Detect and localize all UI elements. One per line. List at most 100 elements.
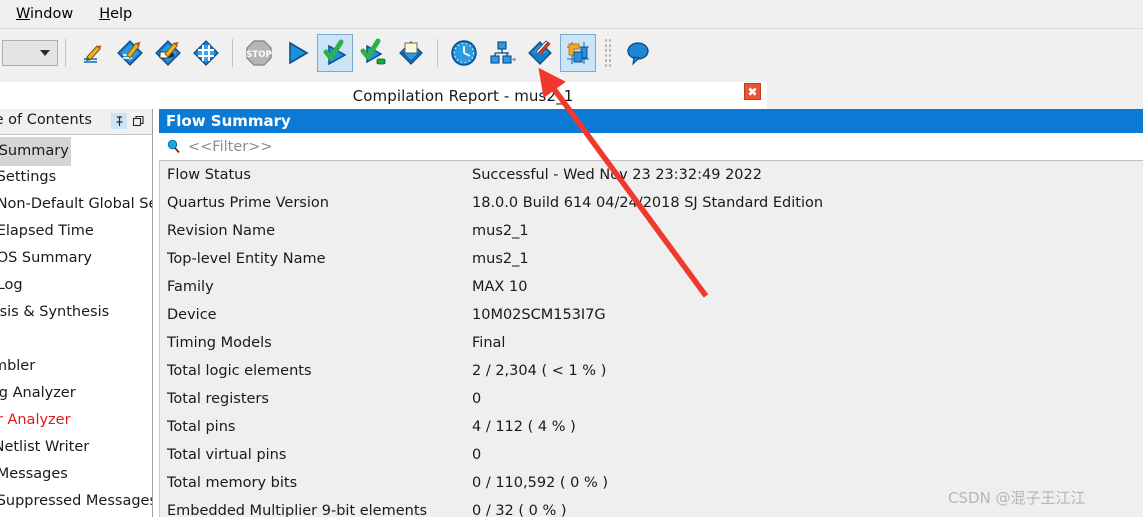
table-cell-name: Revision Name bbox=[167, 223, 275, 239]
toc-item[interactable]: Assembler bbox=[0, 353, 152, 380]
float-icon[interactable] bbox=[130, 113, 146, 129]
toc-item-label: EDA Netlist Writer bbox=[0, 439, 90, 455]
toc-item[interactable]: Flow Non-Default Global Settings bbox=[0, 191, 152, 218]
table-cell-value: Successful - Wed Nov 23 23:32:49 2022 bbox=[472, 167, 762, 183]
menu-window-mnemonic: W bbox=[16, 6, 31, 22]
flow-summary-table: Flow Status Successful - Wed Nov 23 23:32… bbox=[159, 161, 1143, 517]
table-cell-value: 2 / 2,304 ( < 1 % ) bbox=[472, 363, 607, 379]
table-row[interactable]: Total logic elements 2 / 2,304 ( < 1 % ) bbox=[159, 357, 1143, 385]
toc-item[interactable]: Analysis & Synthesis bbox=[0, 299, 152, 326]
toc-item-label: Flow Settings bbox=[0, 169, 57, 185]
table-cell-name: Top-level Entity Name bbox=[167, 251, 326, 267]
toc-item[interactable]: Flow Suppressed Messages bbox=[0, 488, 152, 515]
titlebar-left-filler bbox=[0, 82, 159, 109]
table-cell-name: Total logic elements bbox=[167, 363, 312, 379]
filter-row[interactable]: <<Filter>> bbox=[159, 133, 1143, 161]
table-cell-value: 0 bbox=[472, 447, 482, 463]
toolbar-separator bbox=[65, 39, 66, 67]
table-row[interactable]: Total registers 0 bbox=[159, 385, 1143, 413]
table-cell-name: Flow Status bbox=[167, 167, 251, 183]
table-cell-name: Family bbox=[167, 279, 214, 295]
toc-item-label: Flow Non-Default Global Settings bbox=[0, 196, 152, 212]
stop-icon[interactable]: STOP bbox=[241, 34, 277, 72]
programmer-icon[interactable] bbox=[393, 34, 429, 72]
table-row[interactable]: Total virtual pins 0 bbox=[159, 441, 1143, 469]
table-row[interactable]: Timing Models Final bbox=[159, 329, 1143, 357]
table-cell-name: Total registers bbox=[167, 391, 269, 407]
menu-help-mnemonic: H bbox=[99, 6, 111, 22]
sidebar-header: Table of Contents bbox=[0, 109, 152, 135]
pencil-edit-icon[interactable] bbox=[74, 34, 110, 72]
toc-item-label: Flow Elapsed Time bbox=[0, 223, 94, 239]
compile-design-icon[interactable] bbox=[150, 34, 186, 72]
menu-bar: Window Help bbox=[0, 0, 1143, 28]
start-compilation-icon[interactable] bbox=[279, 34, 315, 72]
revision-combo[interactable] bbox=[2, 40, 58, 66]
table-of-contents-panel: Table of Contents Flow Summary Flow Setti… bbox=[0, 109, 153, 517]
menu-window-rest: indow bbox=[30, 6, 74, 22]
table-cell-name: Total pins bbox=[167, 419, 236, 435]
start-analysis-synthesis-icon[interactable] bbox=[317, 34, 353, 72]
compilation-report-icon[interactable] bbox=[522, 34, 558, 72]
toc-item-label: Flow Log bbox=[0, 277, 23, 293]
assignments-icon[interactable] bbox=[188, 34, 224, 72]
panel-title: Flow Summary bbox=[166, 112, 291, 130]
flow-summary-panel: Flow Summary <<Filter>> Flow Status Succe… bbox=[159, 109, 1143, 517]
toc-item[interactable]: Power Analyzer bbox=[0, 407, 152, 434]
table-cell-value: 4 / 112 ( 4 % ) bbox=[472, 419, 576, 435]
table-row[interactable]: Family MAX 10 bbox=[159, 273, 1143, 301]
table-cell-value: 18.0.0 Build 614 04/24/2018 SJ Standard … bbox=[472, 195, 824, 211]
toc-item-label: Assembler bbox=[0, 358, 36, 374]
table-cell-value: MAX 10 bbox=[472, 279, 528, 295]
table-cell-value: Final bbox=[472, 335, 506, 351]
table-row[interactable]: Device 10M02SCM153I7G bbox=[159, 301, 1143, 329]
toc-item[interactable]: Flow Elapsed Time bbox=[0, 218, 152, 245]
sidebar-header-title: Table of Contents bbox=[0, 112, 92, 128]
chip-planner-icon[interactable] bbox=[560, 34, 596, 72]
table-cell-name: Device bbox=[167, 307, 217, 323]
toc-item[interactable]: Flow Messages bbox=[0, 461, 152, 488]
table-row[interactable]: Flow Status Successful - Wed Nov 23 23:32… bbox=[159, 161, 1143, 189]
toc-item[interactable]: Fitter bbox=[0, 326, 152, 353]
close-icon[interactable]: ✖ bbox=[744, 83, 761, 100]
table-cell-value: mus2_1 bbox=[472, 223, 529, 239]
table-row[interactable]: Top-level Entity Name mus2_1 bbox=[159, 245, 1143, 273]
table-cell-value: 0 / 110,592 ( 0 % ) bbox=[472, 475, 609, 491]
message-balloon-icon[interactable] bbox=[620, 34, 656, 72]
table-cell-name: Total memory bits bbox=[167, 475, 298, 491]
toc-item[interactable]: Timing Analyzer bbox=[0, 380, 152, 407]
analysis-elaboration-icon[interactable] bbox=[112, 34, 148, 72]
netlist-viewer-icon[interactable] bbox=[484, 34, 520, 72]
pin-icon[interactable] bbox=[111, 113, 127, 129]
panel-header: Flow Summary bbox=[159, 109, 1143, 133]
toc-item[interactable]: Flow Settings bbox=[0, 164, 152, 191]
table-cell-name: Total virtual pins bbox=[167, 447, 287, 463]
toolbar-drag-handle[interactable] bbox=[604, 38, 612, 68]
menu-window[interactable]: Window bbox=[6, 3, 83, 25]
filter-input[interactable]: <<Filter>> bbox=[188, 139, 273, 155]
table-row[interactable]: Quartus Prime Version 18.0.0 Build 614 04… bbox=[159, 189, 1143, 217]
menu-help-rest: elp bbox=[110, 6, 133, 22]
toc-item-label: Timing Analyzer bbox=[0, 385, 76, 401]
table-cell-name: Embedded Multiplier 9-bit elements bbox=[167, 503, 428, 517]
table-cell-value: 10M02SCM153I7G bbox=[472, 307, 606, 323]
toolbar: STOP bbox=[0, 28, 1143, 77]
toolbar-separator-2 bbox=[232, 39, 233, 67]
toc-item[interactable]: Flow OS Summary bbox=[0, 245, 152, 272]
menu-help[interactable]: Help bbox=[89, 3, 142, 25]
table-cell-value: 0 / 32 ( 0 % ) bbox=[472, 503, 567, 517]
table-row[interactable]: Total pins 4 / 112 ( 4 % ) bbox=[159, 413, 1143, 441]
table-cell-value: 0 bbox=[472, 391, 482, 407]
table-row[interactable]: Revision Name mus2_1 bbox=[159, 217, 1143, 245]
timing-analyzer-icon[interactable] bbox=[446, 34, 482, 72]
toc-item[interactable]: Flow Summary bbox=[0, 137, 152, 166]
toc-item-label: Power Analyzer bbox=[0, 412, 71, 428]
start-fitter-icon[interactable] bbox=[355, 34, 391, 72]
toc-item-label: Analysis & Synthesis bbox=[0, 304, 110, 320]
toc-item-label: Flow Messages bbox=[0, 466, 68, 482]
watermark: CSDN @混子王江江 bbox=[948, 489, 1086, 507]
toc-item[interactable]: EDA Netlist Writer bbox=[0, 434, 152, 461]
report-title-bar[interactable]: Compilation Report - mus2_1 bbox=[159, 82, 767, 110]
svg-text:STOP: STOP bbox=[246, 50, 271, 60]
toc-item[interactable]: Flow Log bbox=[0, 272, 152, 299]
